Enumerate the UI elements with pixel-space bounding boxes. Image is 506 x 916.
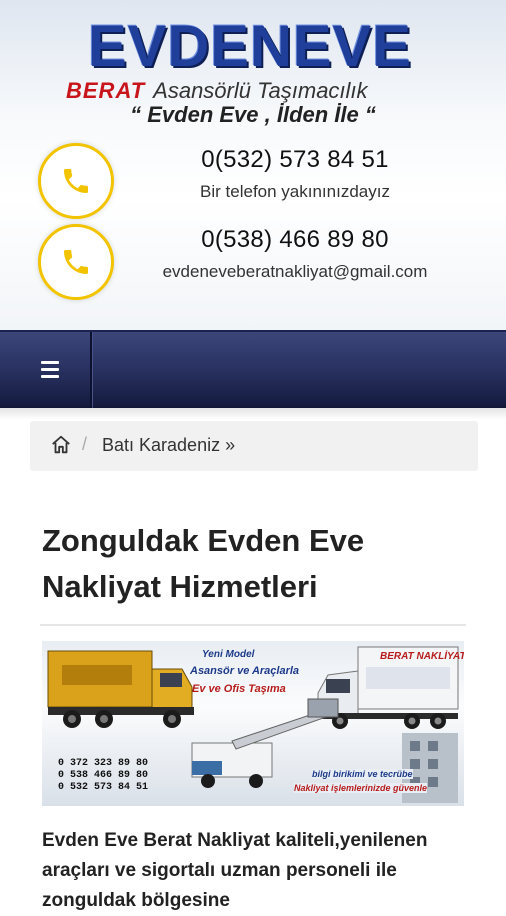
- page-title: Zonguldak Evden Eve Nakliyat Hizmetleri: [42, 523, 365, 604]
- logo-main-text: EVDENEVE: [88, 14, 412, 79]
- main-navigation: [0, 330, 506, 408]
- phone-number-1[interactable]: 0(532) 573 84 51: [130, 146, 460, 174]
- company-banner-image: Yeni Model Asansör ve Araçlarla Ev ve Of…: [42, 641, 464, 806]
- banner-truck-name: BERAT NAKLİYAT: [380, 651, 464, 662]
- breadcrumb-separator: /: [82, 434, 88, 454]
- logo-slogan: “ Evden Eve , İlden İle “: [130, 102, 376, 127]
- banner-asansor: Asansör ve Araçlarla: [190, 665, 300, 677]
- banner-nakliyat: Nakliyat işlemlerinizde güvenle: [294, 783, 428, 793]
- logo-tagline: Asansörlü Taşımacılık: [153, 78, 368, 103]
- phone-number-2[interactable]: 0(538) 466 89 80: [130, 226, 460, 254]
- home-icon[interactable]: [50, 434, 72, 456]
- banner-phone-3: 0 532 573 84 51: [58, 782, 149, 793]
- logo-berat: BERAT: [66, 78, 146, 103]
- phone-icon: [64, 169, 88, 193]
- banner-phone-2: 0 538 466 89 80: [58, 770, 149, 781]
- article-intro: Evden Eve Berat Nakliyat kaliteli,yenile…: [42, 830, 428, 911]
- call-button-2[interactable]: [38, 224, 114, 300]
- nav-divider: [90, 332, 92, 408]
- phone-icon: [64, 250, 88, 274]
- nav-shadow: [0, 406, 506, 420]
- call-button-1[interactable]: [38, 143, 114, 219]
- title-divider: [40, 624, 466, 626]
- phone-subtitle: Bir telefon yakınınızdayız: [200, 182, 390, 201]
- email-link[interactable]: evdeneveberatnakliyat@gmail.com: [130, 262, 460, 282]
- menu-toggle-button[interactable]: [30, 358, 64, 384]
- banner-yeni-model: Yeni Model: [202, 649, 255, 660]
- site-logo[interactable]: EVDENEVE BERAT Asansörlü Taşımacılık “ Ev…: [0, 14, 506, 134]
- breadcrumb: / Batı Karadeniz »: [30, 421, 478, 471]
- banner-bilgi: bilgi birikimi ve tecrübe: [312, 769, 413, 779]
- breadcrumb-item-bati-karadeniz[interactable]: Batı Karadeniz »: [102, 435, 235, 456]
- site-header: EVDENEVE BERAT Asansörlü Taşımacılık “ Ev…: [0, 0, 506, 330]
- banner-phone-1: 0 372 323 89 80: [58, 758, 149, 769]
- banner-ev-ofis: Ev ve Ofis Taşıma: [192, 683, 286, 695]
